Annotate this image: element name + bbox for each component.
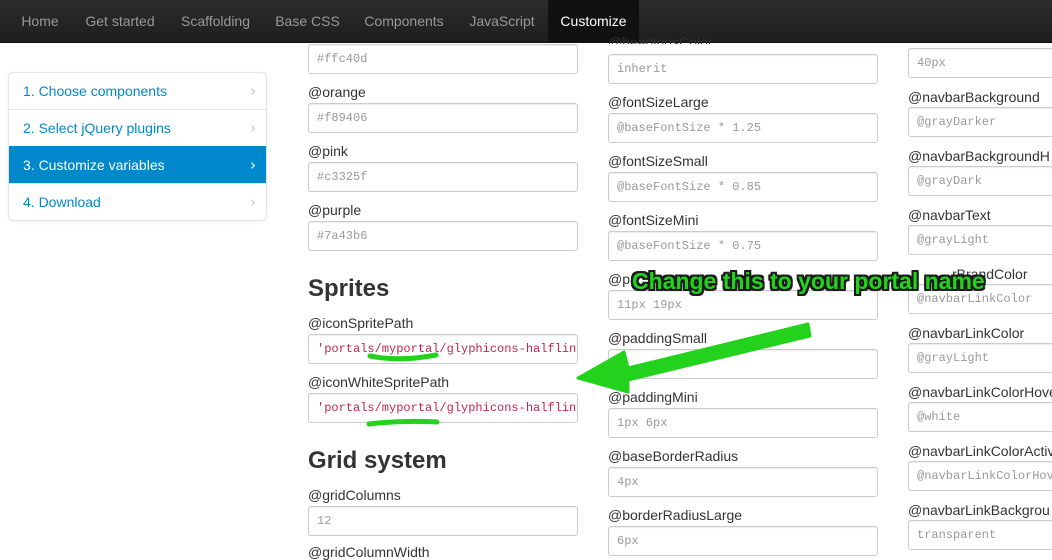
chevron-right-icon: › (250, 119, 256, 137)
sidebar-item-label: 4. Download (23, 194, 101, 210)
navbar-link-color-hover-input[interactable]: @white (908, 402, 1052, 432)
icon-sprite-path-label: @iconSpritePath (308, 315, 414, 331)
chevron-right-icon: › (250, 193, 256, 211)
grid-system-heading: Grid system (308, 447, 447, 474)
grid-columns-input[interactable]: 12 (308, 506, 578, 536)
padding-small-label: @paddingSmall (608, 330, 708, 346)
sidebar-item-select-jquery-plugins[interactable]: 2. Select jQuery plugins › (9, 109, 266, 146)
icon-white-sprite-path-input[interactable]: 'portals/myportal/glyphicons-halflings-w… (308, 393, 578, 423)
navbar-text-input[interactable]: @grayLight (908, 225, 1052, 255)
nav-javascript[interactable]: JavaScript (456, 0, 548, 42)
navbar-background-label: @navbarBackground (908, 89, 1040, 105)
font-size-small-label: @fontSizeSmall (608, 153, 708, 169)
sidebar-item-label: 1. Choose components (23, 83, 167, 99)
font-size-large-input[interactable]: @baseFontSize * 1.25 (608, 113, 878, 143)
pink-label: @pink (308, 143, 348, 159)
icon-sprite-path-input[interactable]: 'portals/myportal/glyphicons-halflings.p… (308, 334, 578, 364)
navbar-text-label: @navbarText (908, 207, 991, 223)
font-size-large-label: @fontSizeLarge (608, 94, 709, 110)
navbar-height-input[interactable]: 40px (908, 48, 1052, 78)
top-navbar: Home Get started Scaffolding Base CSS Co… (0, 0, 1052, 43)
orange-label: @orange (308, 84, 366, 100)
navbar-link-color-hover-label: @navbarLinkColorHove (908, 384, 1052, 400)
sidebar-item-label: 3. Customize variables (23, 157, 165, 173)
sprites-heading: Sprites (308, 275, 390, 302)
navbar-link-background-label: @navbarLinkBackgrou (908, 502, 1050, 518)
navbar-background-highlight-label: @navbarBackgroundH (908, 148, 1050, 164)
padding-small-input[interactable]: px (608, 349, 878, 379)
navbar-background-highlight-input[interactable]: @grayDark (908, 166, 1052, 196)
headings-color-label: @headingsColor (608, 34, 713, 44)
navbar-link-color-input[interactable]: @grayLight (908, 343, 1052, 373)
chevron-right-icon: › (250, 82, 256, 100)
navbar-link-color-label: @navbarLinkColor (908, 325, 1025, 341)
grid-columns-label: @gridColumns (308, 487, 401, 503)
base-border-radius-input[interactable]: 4px (608, 467, 878, 497)
navbar-background-input[interactable]: @grayDarker (908, 107, 1052, 137)
grid-column-width-label: @gridColumnWidth (308, 544, 430, 560)
navbar-link-color-active-input[interactable]: @navbarLinkColorHove (908, 461, 1052, 491)
nav-home[interactable]: Home (8, 0, 72, 42)
navbar-link-background-input[interactable]: transparent (908, 520, 1052, 550)
purple-label: @purple (308, 202, 362, 218)
pink-input[interactable]: #c3325f (308, 162, 578, 192)
sidebar-item-choose-components[interactable]: 1. Choose components › (9, 73, 266, 109)
nav-scaffolding[interactable]: Scaffolding (168, 0, 263, 42)
chevron-right-icon: › (250, 156, 256, 174)
font-size-mini-label: @fontSizeMini (608, 212, 699, 228)
border-radius-large-label: @borderRadiusLarge (608, 507, 743, 523)
nav-components[interactable]: Components (352, 0, 456, 42)
nav-base-css[interactable]: Base CSS (263, 0, 352, 42)
customize-sidenav: 1. Choose components › 2. Select jQuery … (8, 72, 267, 221)
orange-input[interactable]: #f89406 (308, 103, 578, 133)
yellow-input[interactable]: #ffc40d (308, 44, 578, 74)
annotation-callout: Change this to your portal name (632, 268, 985, 294)
sidebar-item-customize-variables[interactable]: 3. Customize variables › (9, 146, 266, 183)
padding-mini-label: @paddingMini (608, 389, 698, 405)
padding-mini-input[interactable]: 1px 6px (608, 408, 878, 438)
border-radius-large-input[interactable]: 6px (608, 526, 878, 556)
icon-white-sprite-path-label: @iconWhiteSpritePath (308, 374, 450, 390)
navbar-link-color-active-label: @navbarLinkColorActiv (908, 443, 1052, 459)
font-size-small-input[interactable]: @baseFontSize * 0.85 (608, 172, 878, 202)
headings-color-input[interactable]: inherit (608, 54, 878, 84)
sidebar-item-label: 2. Select jQuery plugins (23, 120, 171, 136)
nav-get-started[interactable]: Get started (72, 0, 168, 42)
purple-input[interactable]: #7a43b6 (308, 221, 578, 251)
sidebar-item-download[interactable]: 4. Download › (9, 183, 266, 220)
font-size-mini-input[interactable]: @baseFontSize * 0.75 (608, 231, 878, 261)
base-border-radius-label: @baseBorderRadius (608, 448, 739, 464)
